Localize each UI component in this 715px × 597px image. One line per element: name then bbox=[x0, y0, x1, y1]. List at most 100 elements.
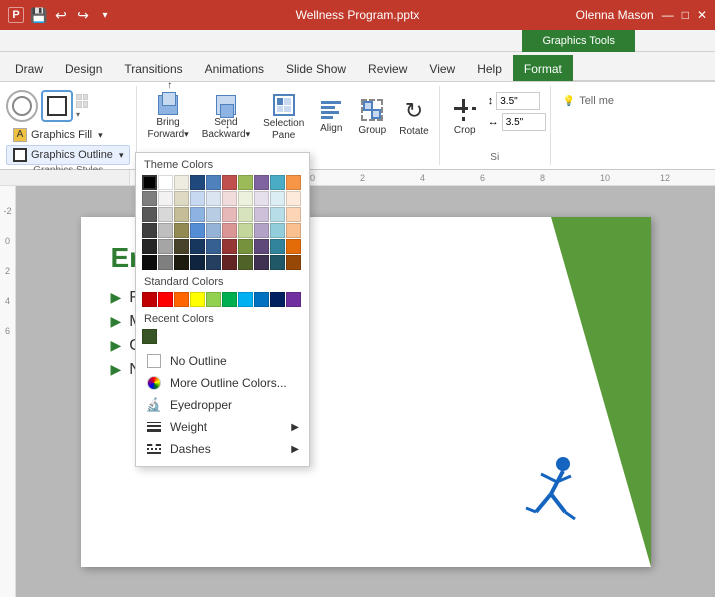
theme-color-swatch[interactable] bbox=[270, 191, 285, 206]
theme-color-swatch[interactable] bbox=[222, 207, 237, 222]
theme-color-swatch[interactable] bbox=[286, 239, 301, 254]
standard-color-swatch[interactable] bbox=[270, 292, 285, 307]
theme-color-swatch[interactable] bbox=[142, 255, 157, 270]
more-colors-item[interactable]: More Outline Colors... bbox=[142, 372, 303, 394]
theme-color-swatch[interactable] bbox=[158, 223, 173, 238]
theme-color-swatch[interactable] bbox=[238, 255, 253, 270]
theme-color-swatch[interactable] bbox=[286, 223, 301, 238]
tell-me-button[interactable]: 💡 Tell me bbox=[557, 90, 637, 114]
theme-color-swatch[interactable] bbox=[238, 239, 253, 254]
theme-color-swatch[interactable] bbox=[222, 255, 237, 270]
theme-color-swatch[interactable] bbox=[238, 191, 253, 206]
theme-color-swatch[interactable] bbox=[254, 175, 269, 190]
theme-color-swatch[interactable] bbox=[254, 223, 269, 238]
standard-color-swatch[interactable] bbox=[174, 292, 189, 307]
theme-color-swatch[interactable] bbox=[222, 223, 237, 238]
theme-color-swatch[interactable] bbox=[142, 239, 157, 254]
tab-transitions[interactable]: Transitions bbox=[113, 55, 193, 81]
theme-color-swatch[interactable] bbox=[158, 175, 173, 190]
theme-color-swatch[interactable] bbox=[286, 207, 301, 222]
dashes-item[interactable]: Dashes ▶ bbox=[142, 438, 303, 460]
theme-color-swatch[interactable] bbox=[222, 239, 237, 254]
minimize-button[interactable]: — bbox=[662, 8, 674, 22]
theme-color-swatch[interactable] bbox=[270, 239, 285, 254]
width-input[interactable] bbox=[502, 113, 546, 131]
standard-color-swatch[interactable] bbox=[222, 292, 237, 307]
style-round[interactable] bbox=[6, 90, 38, 122]
theme-color-swatch[interactable] bbox=[254, 239, 269, 254]
tab-format[interactable]: Format bbox=[513, 55, 573, 81]
theme-color-swatch[interactable] bbox=[158, 255, 173, 270]
recent-color-swatch[interactable] bbox=[142, 329, 157, 344]
customize-button[interactable]: ▾ bbox=[96, 6, 114, 24]
rotate-button[interactable]: ↻ Rotate bbox=[393, 88, 434, 148]
standard-color-swatch[interactable] bbox=[142, 292, 157, 307]
theme-color-swatch[interactable] bbox=[190, 223, 205, 238]
theme-color-swatch[interactable] bbox=[174, 175, 189, 190]
theme-color-swatch[interactable] bbox=[254, 207, 269, 222]
graphics-fill-button[interactable]: A Graphics Fill ▾ bbox=[6, 125, 130, 145]
theme-color-swatch[interactable] bbox=[254, 191, 269, 206]
theme-color-swatch[interactable] bbox=[270, 255, 285, 270]
standard-color-swatch[interactable] bbox=[206, 292, 221, 307]
theme-color-swatch[interactable] bbox=[190, 175, 205, 190]
theme-color-swatch[interactable] bbox=[190, 255, 205, 270]
theme-color-swatch[interactable] bbox=[270, 175, 285, 190]
theme-color-swatch[interactable] bbox=[174, 223, 189, 238]
theme-color-swatch[interactable] bbox=[206, 191, 221, 206]
theme-color-swatch[interactable] bbox=[158, 191, 173, 206]
theme-color-swatch[interactable] bbox=[190, 239, 205, 254]
theme-color-swatch[interactable] bbox=[190, 207, 205, 222]
theme-color-swatch[interactable] bbox=[174, 207, 189, 222]
selection-pane-button[interactable]: SelectionPane bbox=[257, 88, 310, 148]
theme-color-swatch[interactable] bbox=[206, 175, 221, 190]
undo-button[interactable]: ↩ bbox=[52, 6, 70, 24]
theme-color-swatch[interactable] bbox=[254, 255, 269, 270]
theme-color-swatch[interactable] bbox=[286, 255, 301, 270]
theme-color-swatch[interactable] bbox=[190, 191, 205, 206]
theme-color-swatch[interactable] bbox=[286, 175, 301, 190]
theme-color-swatch[interactable] bbox=[142, 175, 157, 190]
theme-color-swatch[interactable] bbox=[174, 191, 189, 206]
theme-color-swatch[interactable] bbox=[158, 207, 173, 222]
height-input[interactable] bbox=[496, 92, 540, 110]
theme-color-swatch[interactable] bbox=[158, 239, 173, 254]
graphics-outline-button[interactable]: Graphics Outline ▾ bbox=[6, 145, 130, 165]
crop-button[interactable]: Crop bbox=[444, 88, 486, 148]
theme-color-swatch[interactable] bbox=[270, 207, 285, 222]
standard-color-swatch[interactable] bbox=[158, 292, 173, 307]
theme-color-swatch[interactable] bbox=[206, 255, 221, 270]
bring-forward-button[interactable]: ↑ BringForward▾ bbox=[141, 88, 194, 148]
close-button[interactable]: ✕ bbox=[697, 8, 707, 22]
theme-color-swatch[interactable] bbox=[142, 223, 157, 238]
standard-color-swatch[interactable] bbox=[286, 292, 301, 307]
eyedropper-item[interactable]: 🔬 Eyedropper bbox=[142, 394, 303, 416]
theme-color-swatch[interactable] bbox=[238, 207, 253, 222]
tab-help[interactable]: Help bbox=[466, 55, 513, 81]
group-button[interactable]: Group bbox=[352, 88, 392, 148]
theme-color-swatch[interactable] bbox=[286, 191, 301, 206]
tab-design[interactable]: Design bbox=[54, 55, 113, 81]
theme-color-swatch[interactable] bbox=[222, 175, 237, 190]
theme-color-swatch[interactable] bbox=[206, 239, 221, 254]
tab-slideshow[interactable]: Slide Show bbox=[275, 55, 357, 81]
tab-animations[interactable]: Animations bbox=[194, 55, 275, 81]
send-backward-button[interactable]: ↓ SendBackward▾ bbox=[196, 88, 256, 148]
tab-review[interactable]: Review bbox=[357, 55, 418, 81]
theme-color-swatch[interactable] bbox=[142, 207, 157, 222]
theme-color-swatch[interactable] bbox=[222, 191, 237, 206]
standard-color-swatch[interactable] bbox=[238, 292, 253, 307]
tab-draw[interactable]: Draw bbox=[4, 55, 54, 81]
theme-color-swatch[interactable] bbox=[206, 207, 221, 222]
align-button[interactable]: Align bbox=[311, 88, 351, 148]
theme-color-swatch[interactable] bbox=[142, 191, 157, 206]
save-button[interactable]: 💾 bbox=[30, 6, 48, 24]
standard-color-swatch[interactable] bbox=[190, 292, 205, 307]
theme-color-swatch[interactable] bbox=[174, 239, 189, 254]
theme-color-swatch[interactable] bbox=[270, 223, 285, 238]
theme-color-swatch[interactable] bbox=[238, 223, 253, 238]
no-outline-item[interactable]: No Outline bbox=[142, 350, 303, 372]
slide-canvas[interactable]: Em...ss Center ▶ Fl... ▶ Multiple TVs ▶ … bbox=[16, 186, 715, 597]
style-square[interactable] bbox=[41, 90, 73, 122]
weight-item[interactable]: Weight ▶ bbox=[142, 416, 303, 438]
